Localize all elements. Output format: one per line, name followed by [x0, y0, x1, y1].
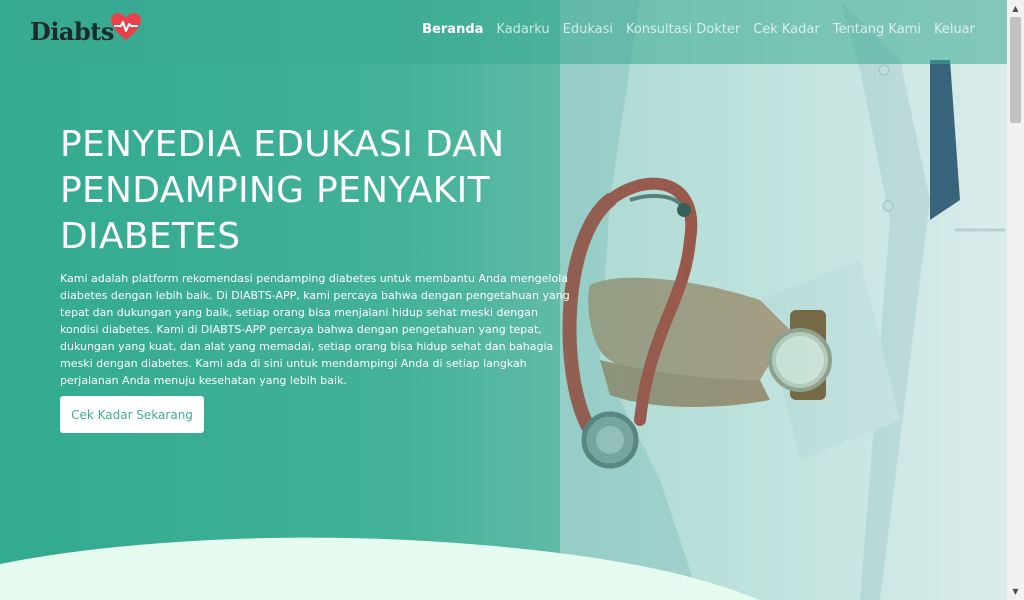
- nav-item-keluar[interactable]: Keluar: [934, 22, 975, 37]
- scroll-down-arrow-icon[interactable]: ▼: [1007, 583, 1024, 600]
- nav-item-kadarku[interactable]: Kadarku: [496, 22, 549, 37]
- nav-item-edukasi[interactable]: Edukasi: [563, 22, 613, 37]
- nav-item-cek-kadar[interactable]: Cek Kadar: [753, 22, 820, 37]
- hero-title: PENYEDIA EDUKASI DAN PENDAMPING PENYAKIT…: [60, 124, 505, 257]
- nav-item-konsultasi-dokter[interactable]: Konsultasi Dokter: [626, 22, 740, 37]
- nav-item-tentang-kami[interactable]: Tentang Kami: [833, 22, 921, 37]
- brand-name: Diabts: [30, 16, 114, 46]
- brand-logo[interactable]: Diabts: [30, 13, 142, 48]
- hero-bottom-wave: [0, 537, 760, 600]
- hero-section: Diabts Beranda Kadarku Edukasi Konsultas…: [0, 0, 1007, 600]
- cek-kadar-sekarang-button[interactable]: Cek Kadar Sekarang: [60, 396, 204, 433]
- heart-pulse-icon: [110, 13, 141, 40]
- hero-description: Kami adalah platform rekomendasi pendamp…: [60, 272, 570, 387]
- main-nav: Beranda Kadarku Edukasi Konsultasi Dokte…: [422, 22, 975, 37]
- scroll-up-arrow-icon[interactable]: ▲: [1007, 0, 1024, 17]
- page-scrollbar[interactable]: ▲ ▼: [1007, 0, 1024, 600]
- navbar: Diabts Beranda Kadarku Edukasi Konsultas…: [0, 0, 1007, 64]
- scrollbar-thumb[interactable]: [1010, 17, 1021, 123]
- nav-item-beranda[interactable]: Beranda: [422, 22, 483, 37]
